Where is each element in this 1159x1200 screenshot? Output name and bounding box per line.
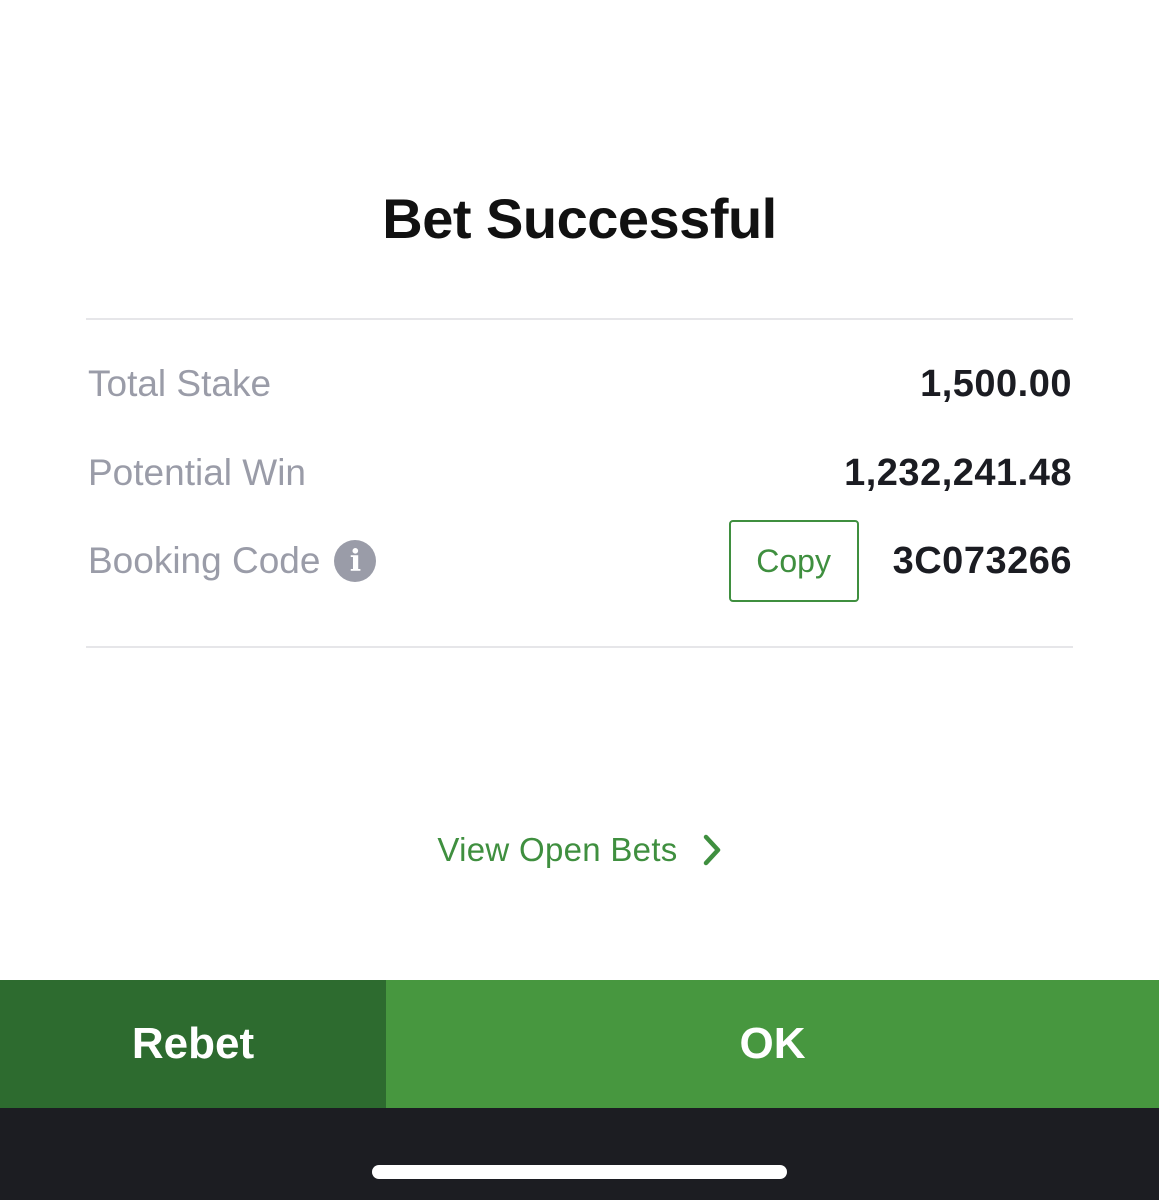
- total-stake-label: Total Stake: [88, 363, 272, 404]
- booking-code-label: Booking Code: [88, 540, 321, 581]
- potential-win-row: Potential Win 1,232,241.48: [88, 443, 1072, 503]
- home-indicator[interactable]: [372, 1165, 787, 1179]
- booking-code-value: 3C073266: [892, 539, 1072, 582]
- copy-button[interactable]: Copy: [728, 520, 859, 602]
- home-indicator-area: [0, 1108, 1159, 1200]
- info-icon[interactable]: i: [334, 540, 377, 582]
- potential-win-value: 1,232,241.48: [844, 451, 1072, 494]
- booking-code-row: Booking Code i Copy 3C073266: [88, 520, 1072, 602]
- chevron-right-icon: [702, 834, 722, 866]
- top-divider: [86, 318, 1073, 320]
- total-stake-value: 1,500.00: [920, 362, 1072, 405]
- action-bar: Rebet OK: [0, 980, 1159, 1108]
- total-stake-row: Total Stake 1,500.00: [88, 354, 1072, 414]
- bet-confirmation-screen: Bet Successful Total Stake 1,500.00 Pote…: [0, 0, 1159, 1200]
- potential-win-label: Potential Win: [88, 452, 306, 493]
- view-open-bets-link[interactable]: View Open Bets: [0, 822, 1159, 878]
- rebet-button[interactable]: Rebet: [0, 980, 386, 1108]
- booking-code-label-group: Booking Code i: [88, 540, 377, 582]
- ok-button[interactable]: OK: [386, 980, 1159, 1108]
- page-title: Bet Successful: [382, 187, 777, 250]
- booking-code-actions: Copy 3C073266: [728, 520, 1072, 602]
- bottom-divider: [86, 646, 1073, 648]
- view-open-bets-label: View Open Bets: [437, 831, 678, 868]
